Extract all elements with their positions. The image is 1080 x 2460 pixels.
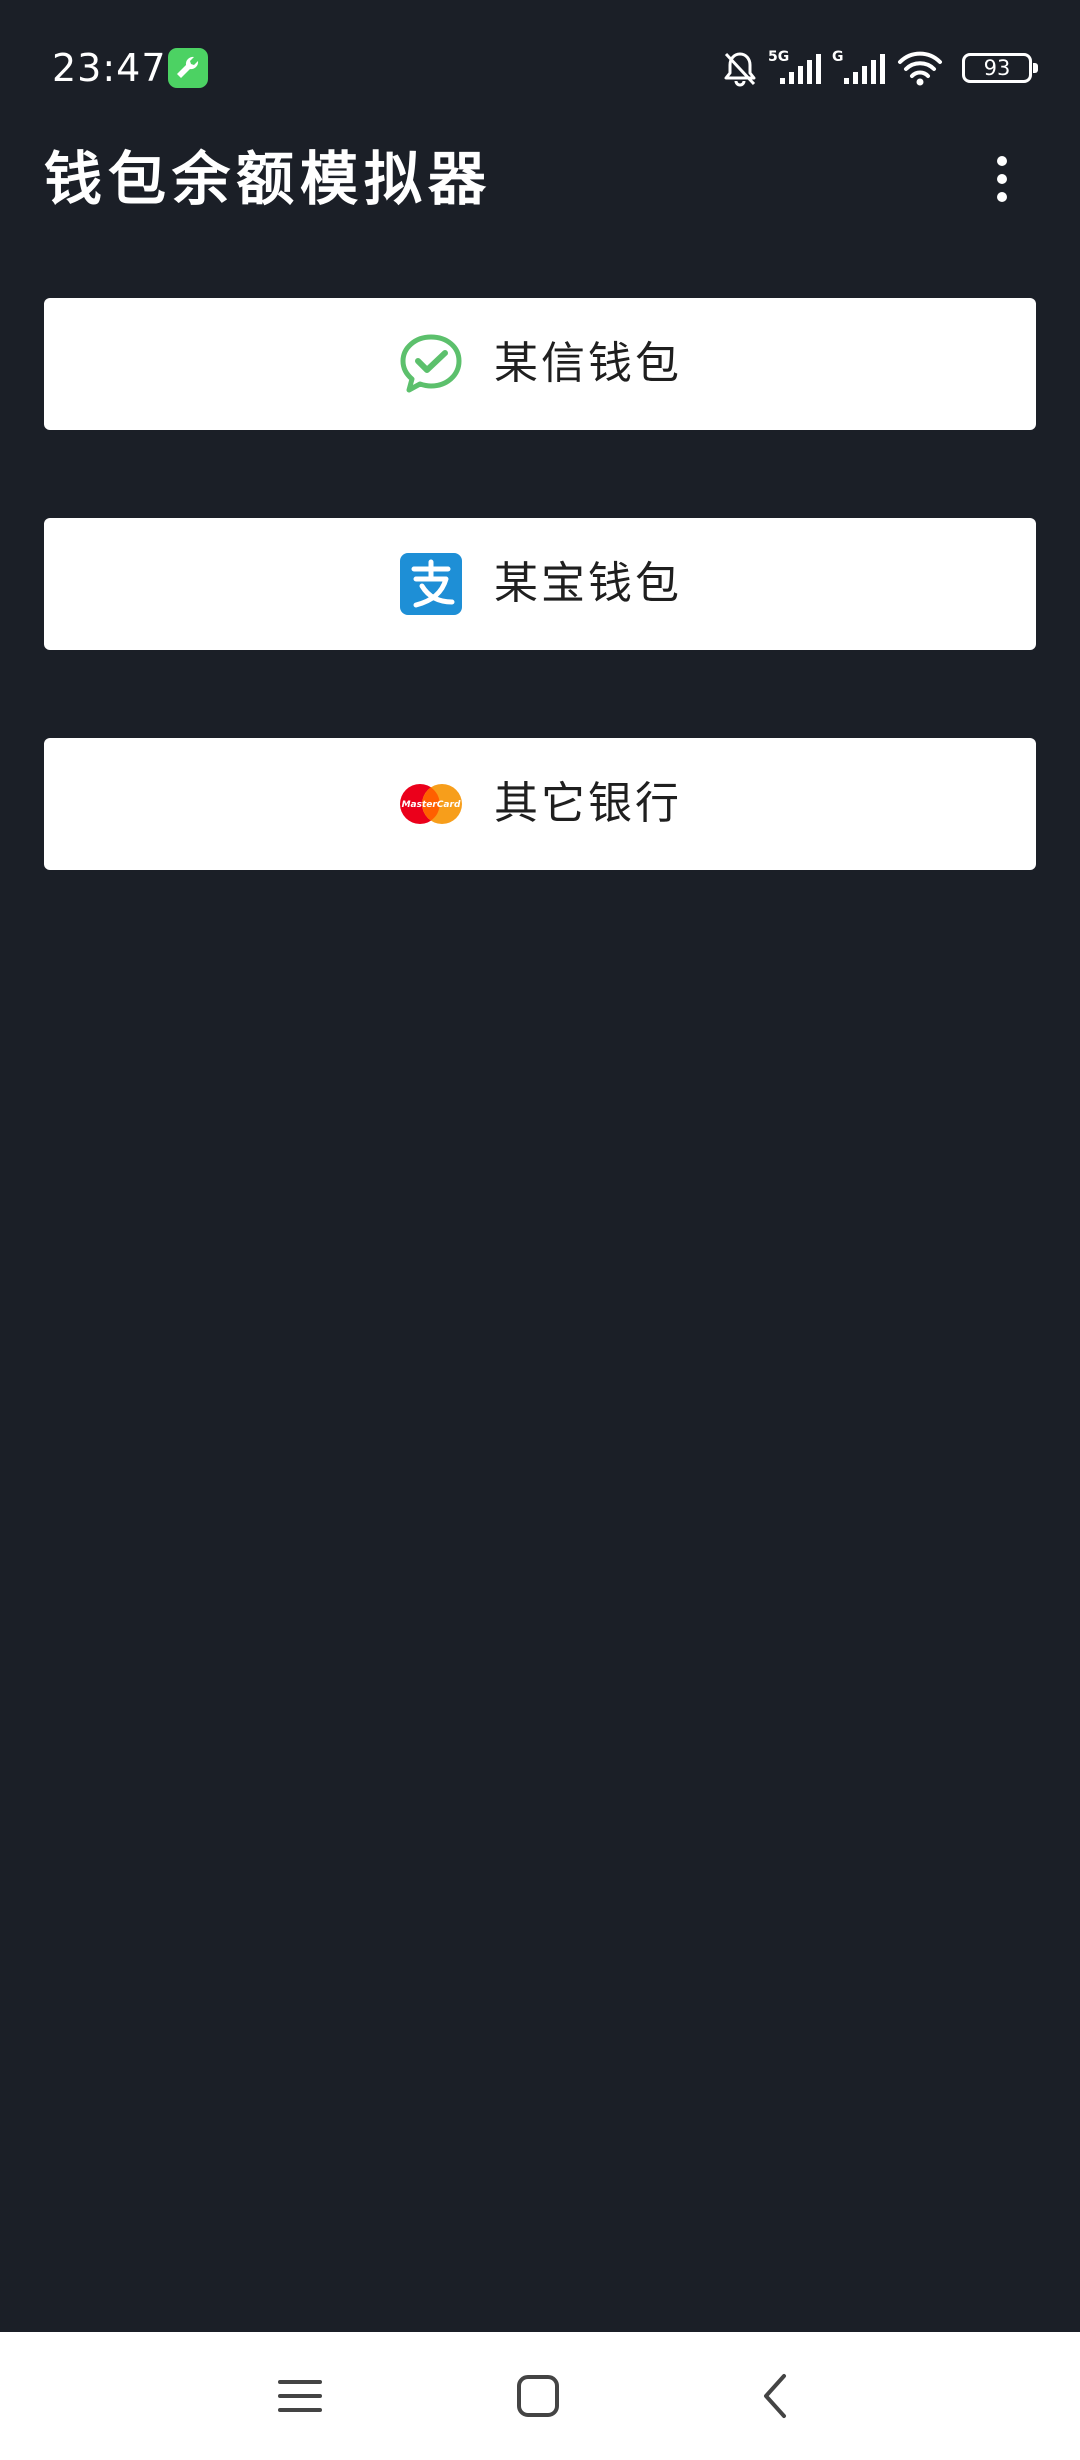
wechat-wallet-label: 某信钱包 xyxy=(494,338,682,389)
mastercard-wordmark: MasterCard xyxy=(402,800,461,810)
bell-off-icon xyxy=(720,48,760,88)
more-vert-icon[interactable] xyxy=(980,146,1024,212)
network-g-label: G xyxy=(832,49,844,65)
alipay-icon xyxy=(398,551,464,617)
network-5g-label: 5G xyxy=(768,49,789,65)
wrench-app-icon xyxy=(168,48,208,88)
back-icon[interactable] xyxy=(742,2362,810,2430)
status-bar: 23:47 5G G 93 xyxy=(0,0,1080,136)
wechat-icon xyxy=(398,331,464,397)
mastercard-icon: MasterCard xyxy=(398,771,464,837)
battery-icon: 93 xyxy=(962,53,1038,83)
alipay-wallet-button[interactable]: 某宝钱包 xyxy=(44,518,1036,650)
signal-g-icon: G xyxy=(832,48,888,88)
status-time: 23:47 xyxy=(52,46,167,90)
menu-icon[interactable] xyxy=(266,2362,334,2430)
signal-5g-icon: 5G xyxy=(768,48,824,88)
other-bank-button[interactable]: MasterCard 其它银行 xyxy=(44,738,1036,870)
home-icon[interactable] xyxy=(504,2362,572,2430)
status-icons: 5G G 93 xyxy=(720,40,1038,96)
wifi-icon xyxy=(896,48,944,88)
page-title: 钱包余额模拟器 xyxy=(44,145,493,213)
battery-level: 93 xyxy=(983,56,1011,80)
wechat-wallet-button[interactable]: 某信钱包 xyxy=(44,298,1036,430)
alipay-wallet-label: 某宝钱包 xyxy=(494,558,682,609)
other-bank-label: 其它银行 xyxy=(494,778,682,829)
navigation-bar xyxy=(0,2332,1080,2460)
